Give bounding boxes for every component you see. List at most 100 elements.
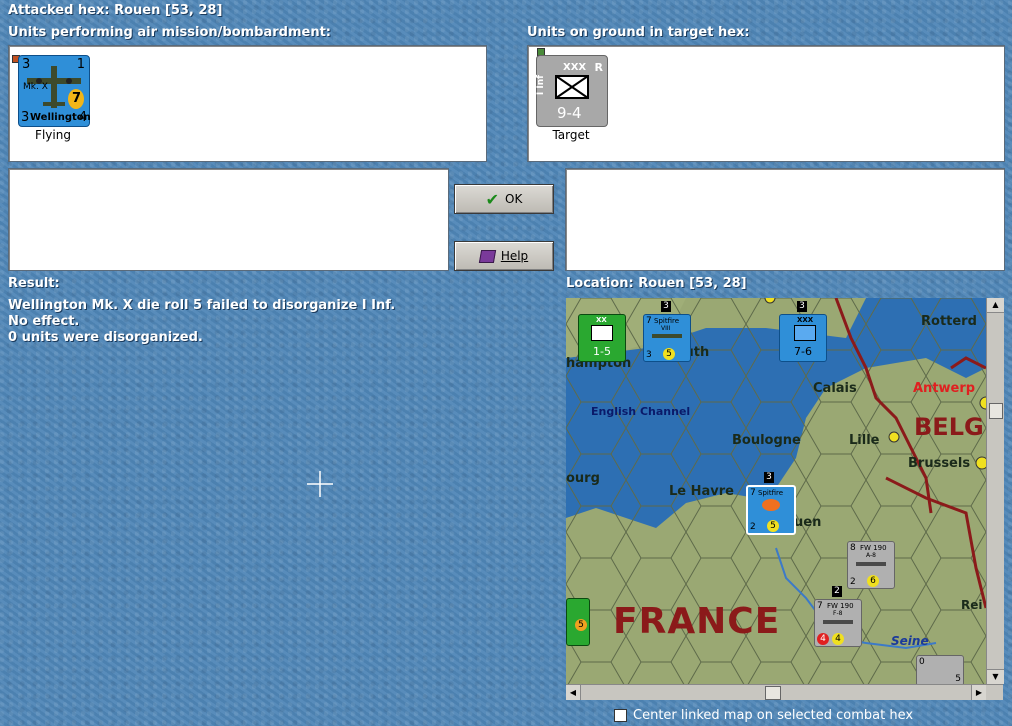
scroll-left-arrow-icon[interactable]: ◀ <box>566 685 581 700</box>
counter-circle-value: 5 <box>575 619 587 631</box>
location-label: Location: Rouen [53, 28] <box>566 276 747 291</box>
ground-unit-counter[interactable]: XXX R I Inf 9-4 <box>536 55 608 127</box>
air-units-panel[interactable]: 3 1 Mk. X 7 3 Wellington 4 Flying <box>8 45 487 162</box>
map-counter-ground-green[interactable]: XX 1-5 <box>578 314 626 362</box>
map-counter-fw190-2[interactable]: 7 FW 190 F-8 4 4 <box>814 599 862 647</box>
map-label-ourg: ourg <box>566 471 600 486</box>
map-label-rei: Rei <box>961 598 983 612</box>
scroll-right-arrow-icon[interactable]: ▶ <box>971 685 986 700</box>
help-button-label: Help <box>500 249 529 263</box>
air-unit-counter[interactable]: 3 1 Mk. X 7 3 Wellington 4 <box>18 55 91 127</box>
ground-details-panel[interactable] <box>565 168 1005 271</box>
checkmark-icon: ✔ <box>485 189 500 209</box>
help-book-icon <box>478 249 496 263</box>
counter-circle-value: 4 <box>832 633 844 645</box>
map-counter-spitfire-2[interactable]: 7 Spitfire 2 5 <box>746 485 796 535</box>
air-unit-bottom-right: 4 <box>78 110 87 125</box>
fighter-plane-icon <box>823 620 853 624</box>
counter-aircraft-name: FW 190 <box>827 602 854 610</box>
ground-unit-size: XXX <box>563 62 587 73</box>
ok-button-label: OK <box>505 192 523 206</box>
linked-map[interactable]: mouth hampton English Channel Calais Ant… <box>566 298 986 684</box>
map-counter-fw190-1[interactable]: 8 FW 190 A-8 2 6 <box>847 541 895 589</box>
result-title: Result: <box>8 276 60 291</box>
attacked-hex-label: Attacked hex: Rouen [53, 28] <box>8 3 223 18</box>
counter-aircraft-variant: VIII <box>661 325 671 332</box>
counter-circle-value: 5 <box>663 348 675 360</box>
map-horizontal-scrollbar[interactable]: ◀ ▶ <box>566 684 1003 700</box>
ground-units-title: Units on ground in target hex: <box>527 25 750 40</box>
map-counter-ground-blue[interactable]: XXX 7-6 <box>779 314 827 362</box>
result-line: 0 units were disorganized. <box>8 330 203 345</box>
ground-unit-side-label: I Inf <box>536 74 547 96</box>
counter-strength: 7-6 <box>794 345 812 358</box>
counter-range: 5 <box>955 674 961 684</box>
ground-units-panel[interactable]: XXX R I Inf 9-4 Target <box>527 45 1005 162</box>
counter-aircraft-name: FW 190 <box>860 544 887 552</box>
air-unit-model: Mk. X <box>23 82 48 92</box>
air-details-panel[interactable] <box>8 168 449 271</box>
map-label-le-havre: Le Havre <box>669 484 734 499</box>
map-counter-partial-bottom-right[interactable]: 0 5 <box>916 655 964 684</box>
counter-aircraft-variant: A-8 <box>866 552 876 559</box>
armor-symbol-icon <box>794 325 816 341</box>
counter-range: 3 <box>646 350 652 360</box>
counter-aircraft-name: Spitfire <box>654 317 680 325</box>
map-label-rotterdam: Rotterd <box>921 314 977 329</box>
air-unit-top-left: 3 <box>22 57 31 72</box>
map-label-seine: Seine <box>891 634 929 648</box>
counter-aircraft-name: Spitfire <box>758 489 784 497</box>
infantry-symbol-icon <box>555 75 589 99</box>
scroll-down-arrow-icon[interactable]: ▼ <box>987 669 1004 684</box>
center-map-checkbox[interactable] <box>614 709 627 722</box>
counter-attack: 7 <box>750 488 756 498</box>
counter-attack: 7 <box>646 316 652 326</box>
map-label-english-channel: English Channel <box>591 405 691 418</box>
counter-range: 2 <box>850 577 856 587</box>
map-counter-partial-left[interactable]: 5 <box>566 598 590 646</box>
map-label-boulogne: Boulogne <box>732 433 801 448</box>
fighter-plane-icon <box>652 334 682 338</box>
stack-count-badge: 3 <box>661 301 671 312</box>
counter-strength: 1-5 <box>593 345 611 358</box>
air-unit-badge: 7 <box>72 91 82 106</box>
stack-count-badge: 3 <box>764 472 774 483</box>
help-button[interactable]: Help <box>454 241 554 271</box>
crosshair-cursor-icon <box>307 471 333 497</box>
counter-size-label: XX <box>596 316 607 324</box>
scroll-up-arrow-icon[interactable]: ▲ <box>987 298 1004 313</box>
counter-attack: 8 <box>850 543 856 553</box>
map-label-antwerp: Antwerp <box>913 381 976 396</box>
ground-unit-type: R <box>594 61 603 74</box>
counter-range: 4 <box>817 633 829 645</box>
center-map-checkbox-row[interactable]: Center linked map on selected combat hex <box>614 708 913 723</box>
map-label-lille: Lille <box>849 433 880 448</box>
infantry-symbol-icon <box>591 325 613 341</box>
fighter-plane-icon <box>856 562 886 566</box>
counter-attack: 0 <box>919 657 925 667</box>
result-line: Wellington Mk. X die roll 5 failed to di… <box>8 298 396 313</box>
map-counter-spitfire-1[interactable]: 7 Spitfire VIII 3 5 <box>643 314 691 362</box>
map-label-belg: BELG <box>914 413 984 441</box>
air-unit-status: Flying <box>35 128 71 142</box>
result-line: No effect. <box>8 314 80 329</box>
stack-count-badge: 3 <box>797 301 807 312</box>
air-unit-bottom-left: 3 <box>21 110 30 125</box>
stack-count-badge: 2 <box>832 586 842 597</box>
map-vertical-scrollbar[interactable]: ▲ ▼ <box>986 298 1004 684</box>
air-unit-top-right: 1 <box>76 57 85 72</box>
counter-aircraft-variant: F-8 <box>833 610 843 617</box>
counter-size-label: XXX <box>797 316 814 324</box>
scrollbar-thumb[interactable] <box>765 686 781 700</box>
counter-circle-value: 6 <box>867 575 879 587</box>
center-map-checkbox-label: Center linked map on selected combat hex <box>633 708 914 723</box>
scrollbar-thumb[interactable] <box>989 403 1003 419</box>
map-label-uen: uen <box>794 515 822 530</box>
map-label-brussels: Brussels <box>908 456 971 471</box>
ok-button[interactable]: ✔ OK <box>454 184 554 214</box>
counter-circle-value: 5 <box>767 520 779 532</box>
ground-unit-strength: 9-4 <box>557 104 582 122</box>
map-label-france: FRANCE <box>613 601 781 642</box>
counter-attack: 7 <box>817 601 823 611</box>
counter-range: 2 <box>750 522 756 532</box>
